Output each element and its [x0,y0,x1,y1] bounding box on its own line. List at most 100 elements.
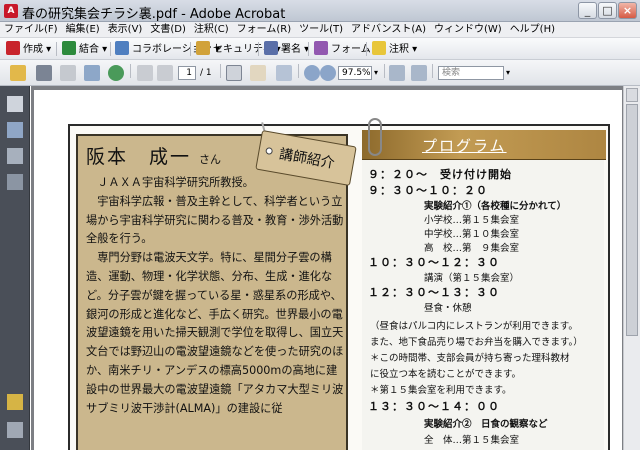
menu-tools[interactable]: ツール(T) [295,22,347,38]
program-title: プログラム [422,137,507,155]
menu-document[interactable]: 文書(D) [146,22,190,38]
fit-width-icon[interactable] [411,65,427,81]
create-pdf-icon [6,41,20,55]
program-line: １０：３０〜１２：３０ [368,256,500,269]
combine-label: 結合 [79,44,99,55]
paperclip-icon [368,118,382,156]
combine-button[interactable]: 結合 ▾ [62,41,107,57]
pdf-page: 阪本 成一 さん ＪＡＸＡ宇宙科学研究所教授。 宇宙科学広報・普及主幹として、科学… [34,90,622,450]
speaker-card: 阪本 成一 さん ＪＡＸＡ宇宙科学研究所教授。 宇宙科学広報・普及主幹として、科学… [76,122,357,450]
create-button[interactable]: 作成 ▾ [6,41,51,57]
program-line: に役立つ本を読むことができます。 [370,369,522,380]
comment-button[interactable]: 注釈 ▾ [372,41,417,57]
menu-bar: ファイル(F) 編集(E) 表示(V) 文書(D) 注釈(C) フォーム(R) … [0,22,640,38]
program-line: ＊第１５集会室を利用できます。 [370,385,512,396]
email-icon[interactable] [84,65,100,81]
speaker-name: 阪本 成一 [86,146,192,168]
select-tool-icon[interactable] [226,65,242,81]
program-line: また、地下食品売り場でお弁当を購入できます。） [370,337,583,348]
speaker-name-line: 阪本 成一 さん [86,142,221,169]
program-line: ＊この時間帯、支部会員が持ち寄った理科教材 [370,353,570,364]
page-total: / 1 [200,68,212,78]
minimize-button[interactable]: _ [578,2,597,19]
web-icon[interactable] [108,65,124,81]
tag-hole [265,146,274,156]
tasks-toolbar: 作成 ▾ 結合 ▾ コラボレーション ▾ セキュリティ ▾ 署名 ▾ フォーム … [0,38,640,60]
program-line: 高 校…第 ９集会室 [424,243,520,254]
maximize-button[interactable]: □ [598,2,617,19]
sign-button[interactable]: 署名 ▾ [264,41,309,57]
signatures-icon[interactable] [7,174,23,190]
zoom-tool-icon[interactable] [276,65,292,81]
document-view[interactable]: 阪本 成一 さん ＪＡＸＡ宇宙科学研究所教授。 宇宙科学広報・普及主幹として、科学… [31,86,623,450]
form-icon [314,41,328,55]
program-line: １２：３０〜１３：３０ [368,286,500,299]
program-line: 講演（第１５集会室） [424,273,520,284]
vertical-scrollbar[interactable] [623,86,640,450]
close-button[interactable]: × [618,2,637,19]
toolbar-divider [308,42,309,56]
window-title: 春の研究集会チラシ裏.pdf - Adobe Acrobat [22,7,286,22]
search-input[interactable]: 検索 [438,66,504,80]
zoom-level-input[interactable]: 97.5% [338,66,372,80]
bookmarks-icon[interactable] [7,122,23,138]
pages-icon[interactable] [7,96,23,112]
menu-comments[interactable]: 注釈(C) [190,22,233,38]
program-line: ９：３０〜１０：２０ [368,184,488,197]
fit-page-icon[interactable] [389,65,405,81]
previous-page-icon[interactable] [137,65,153,81]
program-line: ９：２０〜 受け付け開始 [368,168,512,181]
toolbar-divider [56,42,57,56]
forms-button[interactable]: フォーム ▾ [314,41,379,57]
program-line: 昼食・休憩 [424,303,472,314]
program-line: 中学校…第１０集会室 [424,229,520,240]
layers-icon[interactable] [7,148,23,164]
bio-paragraph: 宇宙科学広報・普及主幹として、科学者という立場から宇宙科学研究に関わる普及・教育… [86,194,344,246]
pen-icon [264,41,278,55]
next-page-icon[interactable] [157,65,173,81]
scroll-thumb[interactable] [626,104,638,336]
program-line: （昼食はパルコ内にレストランが利用できます。 [370,321,578,332]
toolbar-divider [110,42,111,56]
toolbar-divider [298,64,299,78]
toolbar-divider [384,64,385,78]
menu-advanced[interactable]: アドバンスト(A) [347,22,430,38]
comment-icon [372,41,386,55]
page-number-input[interactable]: 1 [178,66,196,80]
menu-help[interactable]: ヘルプ(H) [506,22,559,38]
menu-forms[interactable]: フォーム(R) [233,22,295,38]
comments-icon[interactable] [7,394,23,410]
attachments-icon[interactable] [7,422,23,438]
toolbar-divider [190,42,191,56]
lock-icon [196,41,210,55]
menu-edit[interactable]: 編集(E) [62,22,104,38]
hand-tool-icon[interactable] [250,65,266,81]
toolbar-divider [130,64,131,78]
comment-label: 注釈 [389,44,409,55]
acrobat-app-icon[interactable]: A [4,4,18,18]
create-label: 作成 [23,44,43,55]
program-header: プログラム [362,130,606,160]
open-folder-icon[interactable] [10,65,26,81]
collaborate-icon [115,41,129,55]
speaker-honorific: さん [199,153,222,166]
toolbar-divider [432,64,433,78]
scroll-up-arrow[interactable] [626,88,638,102]
menu-view[interactable]: 表示(V) [104,22,147,38]
menu-window[interactable]: ウィンドウ(W) [430,22,506,38]
program-line: 小学校…第１５集会室 [424,215,520,226]
program-line: 実験紹介② 日食の観察など [424,419,548,430]
bio-paragraph: 専門分野は電波天文学。特に、星間分子雲の構造、運動、物理・化学状態、分布、生成・… [86,251,344,415]
zoom-out-icon[interactable] [304,65,320,81]
zoom-dropdown-icon[interactable]: ▾ [374,65,378,81]
search-dropdown-icon[interactable]: ▾ [506,65,510,81]
toolbar-divider [220,64,221,78]
zoom-in-icon[interactable] [320,65,336,81]
menu-file[interactable]: ファイル(F) [0,22,62,38]
print-icon[interactable] [36,65,52,81]
toolbar-divider [366,42,367,56]
program-line: 全 体…第１５集会室 [424,435,520,446]
program-line: 実験紹介①（各校種に分かれて） [424,201,567,212]
combine-icon [62,41,76,55]
save-icon[interactable] [60,65,76,81]
